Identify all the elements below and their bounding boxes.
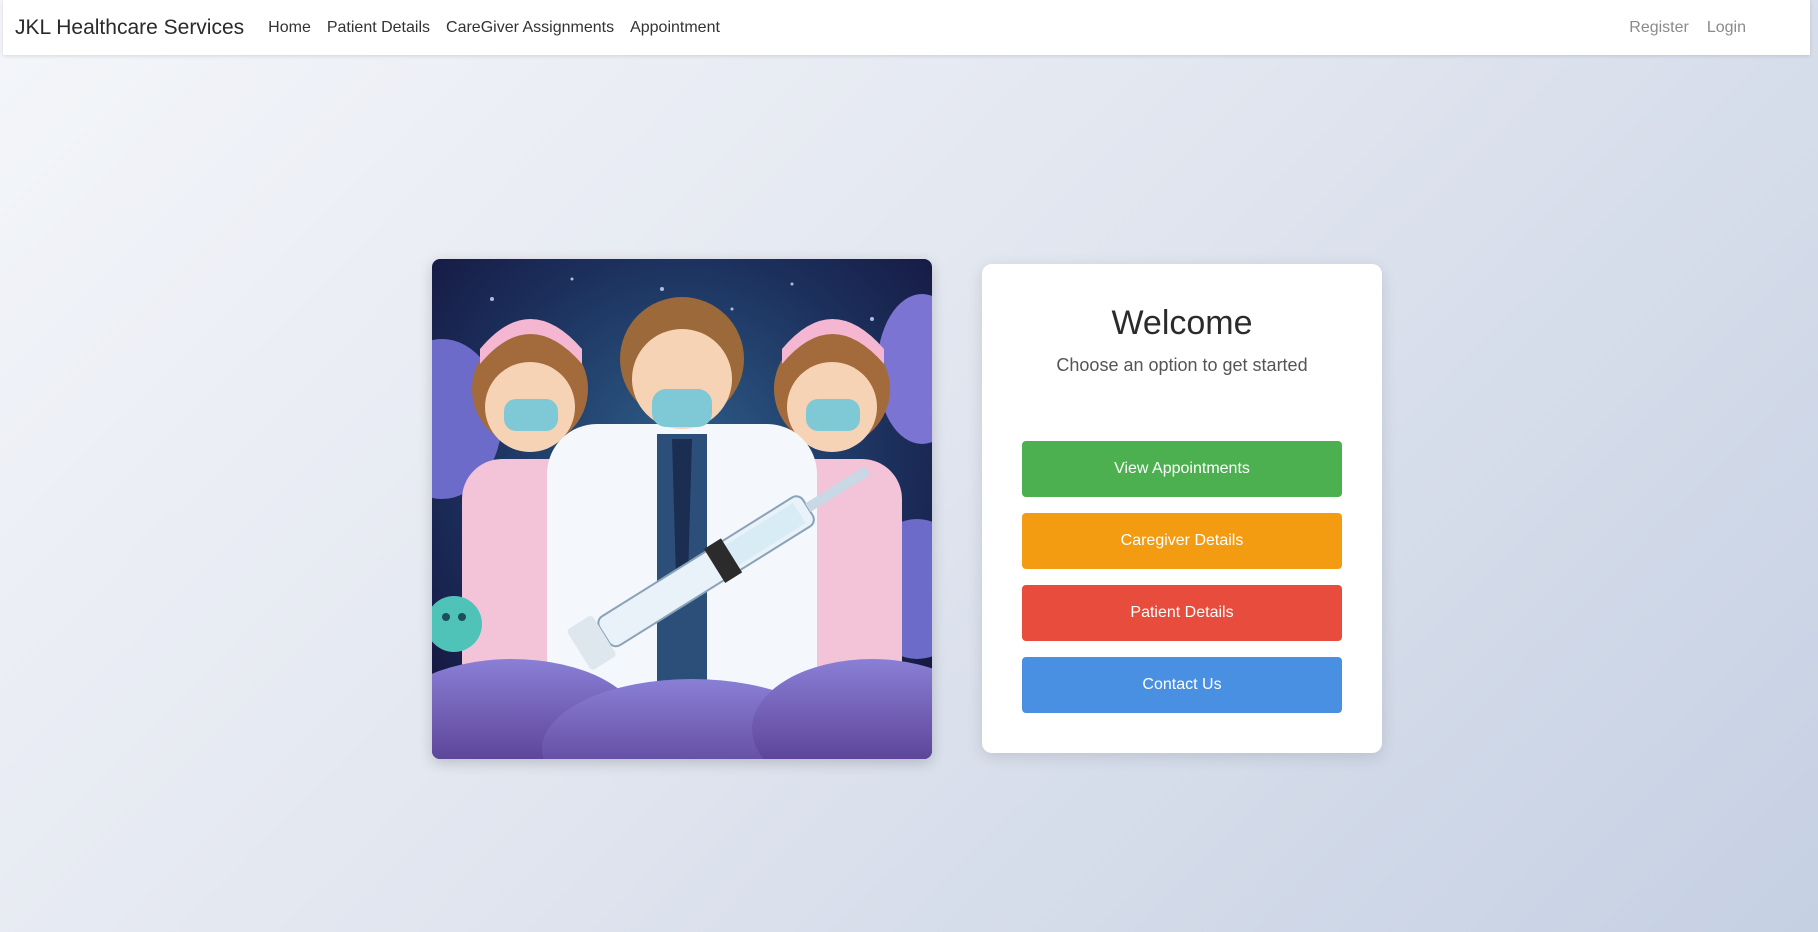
nav-caregiver-assignments[interactable]: CareGiver Assignments [446, 19, 614, 37]
nav-login[interactable]: Login [1707, 19, 1746, 37]
illustration-icon [432, 259, 932, 759]
card-subtitle: Choose an option to get started [1056, 355, 1308, 375]
view-appointments-button[interactable]: View Appointments [1022, 441, 1342, 497]
contact-us-button[interactable]: Contact Us [1022, 657, 1342, 713]
nav-auth-links: Register Login [1629, 0, 1746, 55]
nav-appointment[interactable]: Appointment [630, 19, 720, 37]
brand-link[interactable]: JKL Healthcare Services [15, 16, 244, 40]
top-navbar: JKL Healthcare Services Home Patient Det… [3, 0, 1810, 55]
nav-patient-details[interactable]: Patient Details [327, 19, 430, 37]
nav-links: Home Patient Details CareGiver Assignmen… [268, 19, 720, 37]
patient-details-button[interactable]: Patient Details [1022, 585, 1342, 641]
nav-home[interactable]: Home [268, 19, 311, 37]
caregiver-details-button[interactable]: Caregiver Details [1022, 513, 1342, 569]
nav-register[interactable]: Register [1629, 19, 1689, 37]
card-title: Welcome [1111, 304, 1253, 342]
healthcare-workers-illustration [432, 259, 932, 759]
welcome-card: Welcome Choose an option to get started … [982, 264, 1382, 753]
